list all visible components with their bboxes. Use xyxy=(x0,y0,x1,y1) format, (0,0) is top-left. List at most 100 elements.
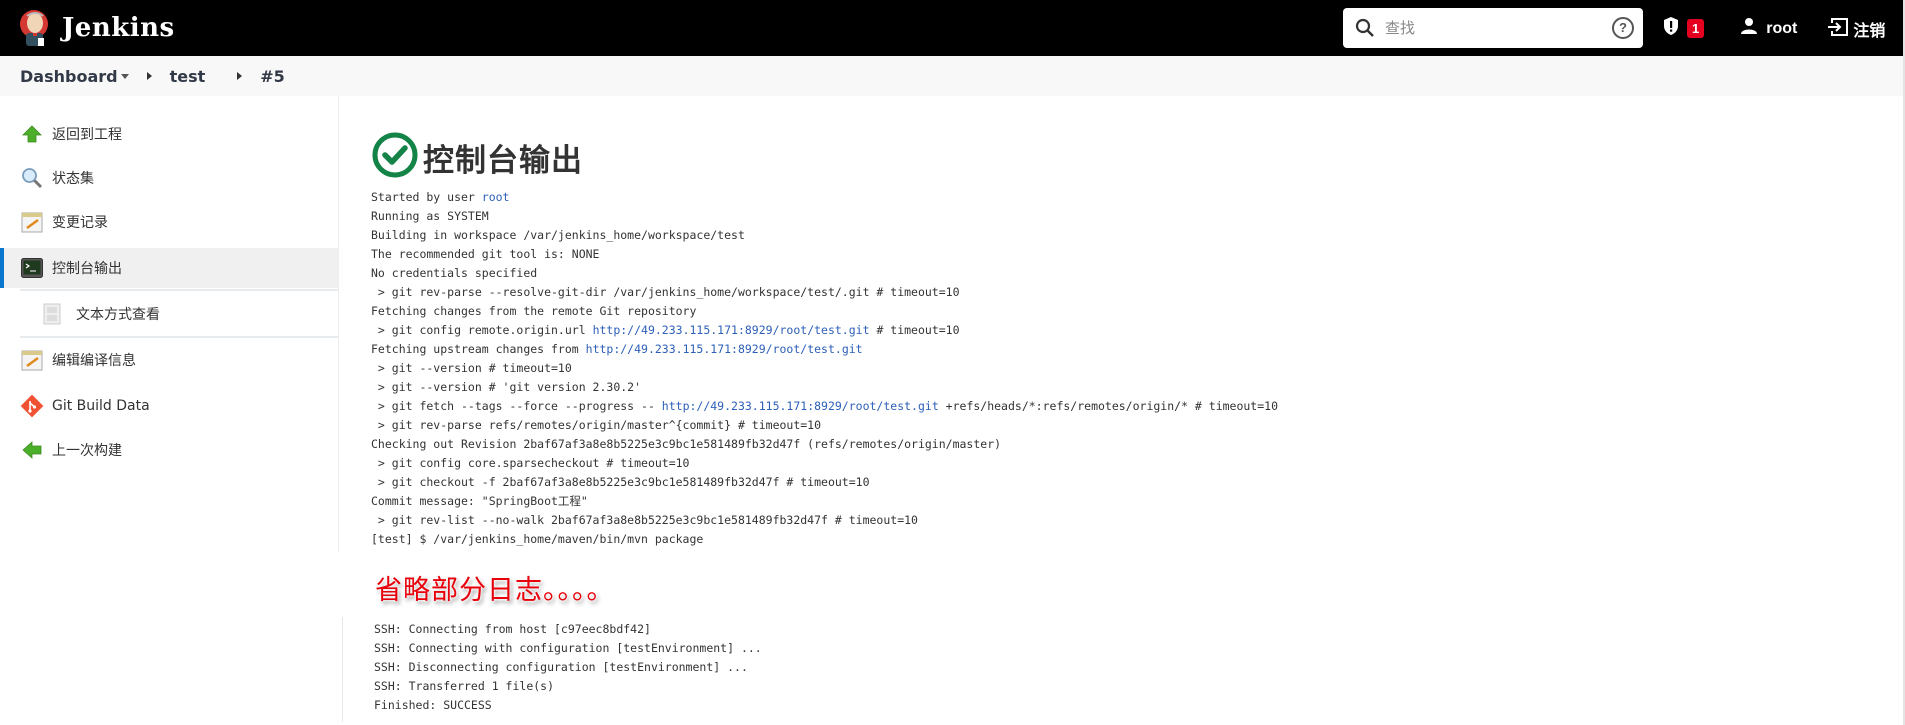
console-link[interactable]: http://49.233.115.171:8929/root/test.git xyxy=(593,323,870,337)
user-menu[interactable]: root xyxy=(1732,17,1797,40)
sidebar-item-previous-build[interactable]: 上一次构建 xyxy=(0,430,338,470)
console-line: > git --version # timeout=10 xyxy=(371,359,1278,378)
console-text: The recommended git tool is: NONE xyxy=(371,247,600,261)
chevron-down-icon[interactable] xyxy=(120,73,129,79)
breadcrumb-build[interactable]: #5 xyxy=(260,67,285,86)
sidebar-item-label: 上一次构建 xyxy=(52,443,122,459)
success-check-icon xyxy=(371,131,419,184)
sidebar-divider xyxy=(20,336,338,338)
sidebar-item-console-output[interactable]: 控制台输出 xyxy=(0,248,338,288)
console-line: SSH: Connecting from host [c97eec8bdf42] xyxy=(374,622,651,636)
user-name: root xyxy=(1766,19,1798,37)
main-content: 控制台输出 Started by user root Running as SYS… xyxy=(371,130,1278,546)
breadcrumb-label: Dashboard xyxy=(20,66,118,86)
breadcrumb-label: test xyxy=(169,66,206,86)
console-line: > git rev-parse --resolve-git-dir /var/j… xyxy=(371,283,1278,302)
sidebar-item-label: 变更记录 xyxy=(52,215,108,231)
console-text: Checking out Revision 2baf67af3a8e8b5225… xyxy=(371,437,1002,451)
console-text: Running as SYSTEM xyxy=(371,209,489,223)
console-line: > git checkout -f 2baf67af3a8e8b5225e3c9… xyxy=(371,473,1278,492)
console-line: SSH: Transferred 1 file(s) xyxy=(374,679,555,693)
page-title: 控制台输出 xyxy=(423,142,583,179)
left-arrow-icon xyxy=(20,438,44,462)
breadcrumb-label: #5 xyxy=(260,66,285,86)
sidebar-item-status[interactable]: 状态集 xyxy=(0,158,338,198)
console-text: > git rev-list --no-walk 2baf67af3a8e8b5… xyxy=(371,513,918,527)
console-text: # timeout=10 xyxy=(869,323,960,337)
console-line: > git fetch --tags --force --progress --… xyxy=(371,397,1278,416)
sidebar-item-label: 返回到工程 xyxy=(52,127,122,143)
security-alerts-button[interactable]: 1 xyxy=(1662,16,1705,41)
console-line: > git --version # 'git version 2.30.2' xyxy=(371,378,1278,397)
search-input[interactable] xyxy=(1385,16,1585,40)
sidebar-divider xyxy=(20,289,338,291)
console-line: > git rev-list --no-walk 2baf67af3a8e8b5… xyxy=(371,511,1278,530)
logout-icon xyxy=(1827,17,1849,41)
console-text: > git checkout -f 2baf67af3a8e8b5225e3c9… xyxy=(371,475,870,489)
jenkins-home-link[interactable]: Jenkins xyxy=(18,8,175,48)
app-name: Jenkins xyxy=(62,13,175,43)
help-icon[interactable]: ? xyxy=(1612,17,1634,39)
console-line: Fetching changes from the remote Git rep… xyxy=(371,302,1278,321)
console-line: > git config remote.origin.url http://49… xyxy=(371,321,1278,340)
shield-alert-icon xyxy=(1662,16,1680,41)
breadcrumb-separator-icon[interactable] xyxy=(146,72,152,80)
sidebar-item-plain-text[interactable]: 文本方式查看 xyxy=(0,294,338,334)
console-text: > git fetch --tags --force --progress -- xyxy=(371,399,662,413)
console-text: > git rev-parse --resolve-git-dir /var/j… xyxy=(371,285,960,299)
sidebar-item-label: 控制台输出 xyxy=(52,261,122,277)
breadcrumb: Dashboard test #5 xyxy=(0,56,1903,96)
console-text: No credentials specified xyxy=(371,266,538,280)
console-text: > git config core.sparsecheckout # timeo… xyxy=(371,456,690,470)
omitted-log-annotation: 省略部分日志。。。。 xyxy=(375,575,615,606)
console-line: The recommended git tool is: NONE xyxy=(371,245,1278,264)
console-text: Commit message: "SpringBoot工程" xyxy=(371,494,588,508)
sidebar-item-label: 状态集 xyxy=(52,171,94,187)
sidebar-item-label: Git Build Data xyxy=(52,398,150,414)
console-line: SSH: Connecting with configuration [test… xyxy=(374,641,762,655)
console-output-tail: SSH: Connecting from host [c97eec8bdf42]… xyxy=(374,620,762,715)
console-line: Started by user root xyxy=(371,188,1278,207)
console-text: [test] $ /var/jenkins_home/maven/bin/mvn… xyxy=(371,532,704,546)
search-icon xyxy=(1355,18,1375,38)
console-text: > git --version # 'git version 2.30.2' xyxy=(371,380,642,394)
divider xyxy=(342,617,343,722)
console-text: > git rev-parse refs/remotes/origin/mast… xyxy=(371,418,822,432)
console-line: Commit message: "SpringBoot工程" xyxy=(371,492,1278,511)
sidebar: 返回到工程 状态集 变更记录 控制台输出 文本方式查看 编辑编译信息 Git B… xyxy=(0,96,339,552)
sidebar-item-edit-build-info[interactable]: 编辑编译信息 xyxy=(0,340,338,380)
console-link[interactable]: root xyxy=(482,190,510,204)
logout-button[interactable]: 注销 xyxy=(1823,17,1885,41)
console-link[interactable]: http://49.233.115.171:8929/root/test.git xyxy=(586,342,863,356)
console-text: > git --version # timeout=10 xyxy=(371,361,572,375)
console-text: Fetching upstream changes from xyxy=(371,342,586,356)
console-link[interactable]: http://49.233.115.171:8929/root/test.git xyxy=(662,399,939,413)
magnifier-icon xyxy=(20,166,44,190)
console-line: Checking out Revision 2baf67af3a8e8b5225… xyxy=(371,435,1278,454)
document-icon xyxy=(40,302,64,326)
sidebar-item-changes[interactable]: 变更记录 xyxy=(0,202,338,242)
security-badge-count: 1 xyxy=(1687,19,1705,38)
breadcrumb-job[interactable]: test xyxy=(170,67,206,86)
jenkins-logo-icon xyxy=(18,8,50,48)
breadcrumb-separator-icon[interactable] xyxy=(237,72,243,80)
console-line: > git rev-parse refs/remotes/origin/mast… xyxy=(371,416,1278,435)
sidebar-item-git-build-data[interactable]: Git Build Data xyxy=(0,386,338,426)
console-text: Started by user xyxy=(371,190,482,204)
sidebar-item-back-to-project[interactable]: 返回到工程 xyxy=(0,114,338,154)
console-line: Fetching upstream changes from http://49… xyxy=(371,340,1278,359)
console-line: Building in workspace /var/jenkins_home/… xyxy=(371,226,1278,245)
up-arrow-icon xyxy=(20,122,44,146)
console-line: [test] $ /var/jenkins_home/maven/bin/mvn… xyxy=(371,530,1278,549)
search-box: ? xyxy=(1343,8,1643,48)
top-header: Jenkins ? 1 root 注销 xyxy=(0,0,1903,56)
console-text: Building in workspace /var/jenkins_home/… xyxy=(371,228,745,242)
notepad-icon xyxy=(20,210,44,234)
sidebar-item-label: 文本方式查看 xyxy=(76,307,160,323)
console-line: > git config core.sparsecheckout # timeo… xyxy=(371,454,1278,473)
breadcrumb-dashboard[interactable]: Dashboard xyxy=(20,67,129,86)
console-line: Finished: SUCCESS xyxy=(374,698,492,712)
sidebar-item-label: 编辑编译信息 xyxy=(52,353,136,369)
logout-label: 注销 xyxy=(1853,20,1886,40)
terminal-icon xyxy=(20,256,44,280)
